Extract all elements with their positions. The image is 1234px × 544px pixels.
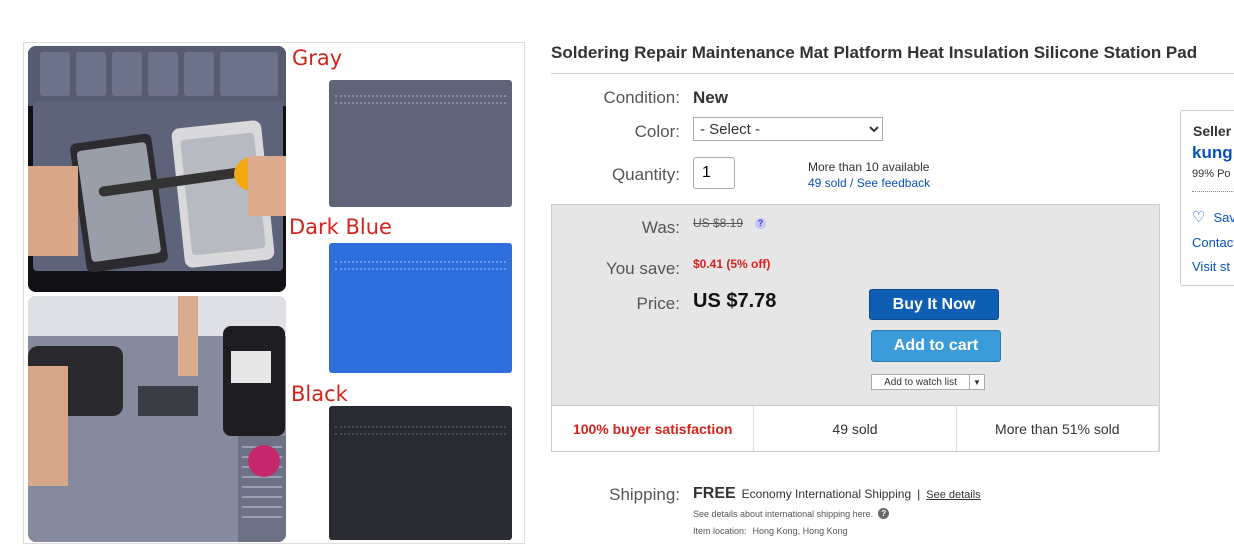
color-select[interactable]: - Select - — [693, 117, 883, 141]
was-price: US $8.19 — [693, 216, 744, 230]
help-icon[interactable]: ? — [878, 508, 890, 519]
percent-sold: More than 51% sold — [957, 406, 1158, 451]
see-feedback-link[interactable]: See feedback — [857, 176, 930, 190]
product-photo-repair-scene — [28, 296, 286, 542]
you-save-value: $0.41 (5% off) — [693, 257, 771, 271]
contact-seller-link[interactable]: Contact — [1192, 235, 1234, 250]
product-photo-gray-mat — [28, 46, 286, 292]
condition-value: New — [693, 88, 728, 107]
condition-label: Condition: — [603, 88, 680, 107]
product-photo-illustration — [28, 46, 286, 292]
add-to-cart-button[interactable]: Add to cart — [871, 330, 1001, 362]
listing-title: Soldering Repair Maintenance Mat Platfor… — [551, 43, 1198, 62]
swatch-label-black: Black — [291, 382, 348, 406]
shipping-method: Economy International Shipping — [741, 487, 912, 501]
price-value: US $7.78 — [693, 290, 777, 312]
item-location-label: Item location: — [693, 526, 747, 536]
seller-name-link[interactable]: kung — [1192, 143, 1233, 163]
percent-sold-text: More than 51% sold — [995, 420, 1120, 437]
quantity-links: 49 sold / See feedback — [808, 176, 930, 190]
swatch-mat-black[interactable] — [329, 406, 512, 540]
quantity-input[interactable] — [693, 157, 735, 189]
sold-count-text: 49 sold — [832, 420, 878, 437]
swatch-label-gray: Gray — [292, 46, 343, 70]
buyer-satisfaction: 100% buyer satisfaction — [552, 406, 755, 451]
seller-divider — [1192, 191, 1234, 192]
chevron-down-icon[interactable]: ▼ — [970, 375, 984, 389]
heart-icon[interactable]: ♡ — [1192, 208, 1205, 226]
watch-list-label[interactable]: Add to watch list — [872, 375, 970, 389]
see-details-link[interactable]: See details — [926, 489, 980, 501]
quantity-available: More than 10 available — [808, 160, 930, 174]
swatch-label-dark-blue: Dark Blue — [289, 215, 392, 239]
seller-card: Seller kung 99% Po ♡ Sav Contact Visit s… — [1180, 110, 1234, 286]
visit-store-link[interactable]: Visit st — [1192, 259, 1230, 274]
was-label: Was: — [641, 218, 680, 237]
swatch-mat-gray[interactable] — [329, 80, 512, 207]
item-location-row: Item location: Hong Kong, Hong Kong — [693, 526, 848, 536]
item-location-value: Hong Kong, Hong Kong — [752, 526, 848, 536]
buyer-satisfaction-text: 100% buyer satisfaction — [572, 420, 733, 437]
save-seller-row[interactable]: ♡ Sav — [1192, 208, 1234, 226]
shipping-separator: | — [917, 487, 921, 501]
title-divider — [551, 73, 1234, 74]
you-save-label: You save: — [605, 259, 680, 278]
sold-count: 49 sold — [754, 406, 957, 451]
product-image-panel[interactable]: Gray Dark Blue Black — [23, 42, 525, 544]
price-label: Price: — [636, 294, 680, 313]
add-to-watch-list[interactable]: Add to watch list ▼ — [871, 374, 985, 390]
sold-count-link[interactable]: 49 sold — [808, 176, 847, 190]
repair-scene-illustration — [28, 296, 286, 542]
question-icon[interactable]: ? — [755, 217, 767, 229]
seller-feedback: 99% Po — [1192, 168, 1231, 180]
shipping-label: Shipping: — [609, 485, 680, 504]
color-label: Color: — [634, 122, 680, 141]
save-seller-link[interactable]: Sav — [1213, 210, 1234, 225]
buy-it-now-button[interactable]: Buy It Now — [869, 289, 999, 320]
shipping-free: FREE — [693, 485, 736, 502]
was-price-row: US $8.19 ? — [693, 216, 767, 230]
stats-strip: 100% buyer satisfaction 49 sold More tha… — [552, 405, 1158, 451]
shipping-note: See details about international shipping… — [693, 508, 874, 519]
swatch-mat-dark-blue[interactable] — [329, 243, 512, 373]
shipping-note-row: See details about international shipping… — [693, 508, 890, 519]
quantity-label: Quantity: — [611, 165, 680, 184]
link-separator: / — [850, 176, 854, 190]
seller-heading: Seller — [1193, 123, 1232, 139]
shipping-row: FREE Economy International Shipping | Se… — [693, 485, 981, 503]
